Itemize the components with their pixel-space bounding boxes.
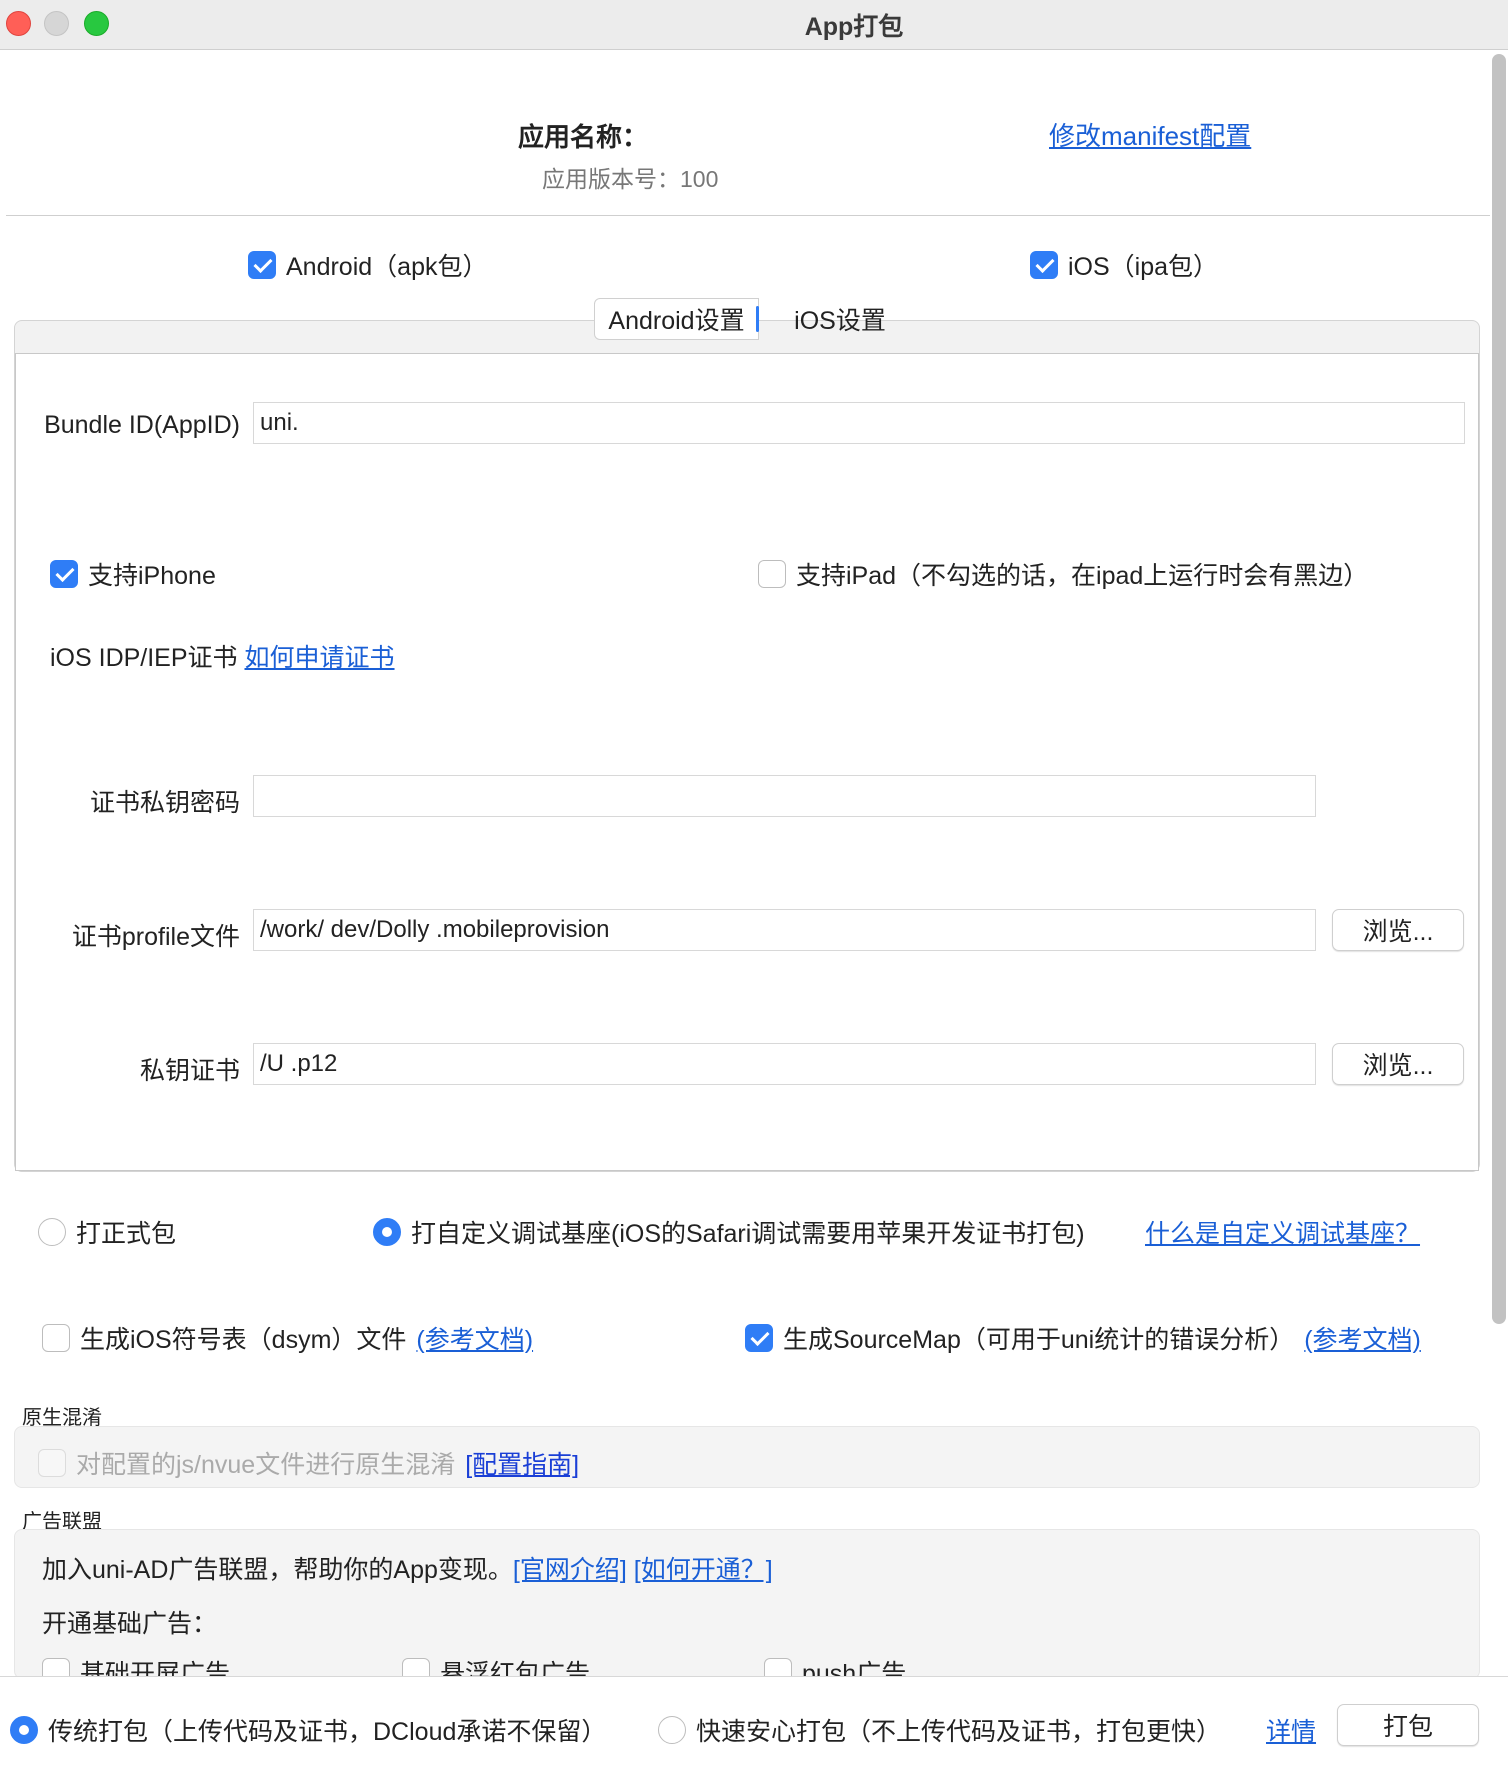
ads-how-to-open-link[interactable]: [如何开通？] [634, 1556, 773, 1584]
app-name-label: 应用名称： [518, 122, 649, 152]
fast-build-label: 快速安心打包（不上传代码及证书，打包更快） [696, 1718, 1222, 1746]
cert-password-input[interactable] [253, 775, 1316, 817]
sourcemap-docs-link[interactable]: (参考文档) [1304, 1320, 1421, 1356]
edit-manifest-link[interactable]: 修改manifest配置 [1049, 116, 1251, 153]
obfuscation-guide-link[interactable]: [配置指南] [465, 1445, 579, 1481]
tab-selection-indicator [756, 306, 759, 332]
build-button[interactable]: 打包 [1337, 1704, 1479, 1746]
support-ipad-checkbox[interactable] [758, 560, 786, 588]
support-iphone-option[interactable]: 支持iPhone [50, 556, 216, 592]
ios-checkbox[interactable] [1030, 251, 1058, 279]
obfuscation-checkbox [38, 1449, 66, 1477]
support-iphone-checkbox[interactable] [50, 560, 78, 588]
sourcemap-checkbox[interactable] [745, 1324, 773, 1352]
browse-profile-button[interactable]: 浏览... [1332, 909, 1464, 951]
ads-official-intro-link[interactable]: [官网介绍] [513, 1556, 627, 1584]
dsym-docs-link[interactable]: (参考文档) [416, 1320, 533, 1356]
android-platform-label: Android（apk包） [286, 253, 488, 281]
cert-password-label: 证书私钥密码 [89, 789, 240, 817]
tab-android-settings[interactable]: Android设置 [594, 298, 759, 340]
bundle-id-label: Bundle ID(AppID) [44, 411, 240, 439]
dsym-option[interactable]: 生成iOS符号表（dsym）文件 (参考文档) [42, 1320, 533, 1356]
ad-option-push[interactable]: push广告 [764, 1654, 906, 1678]
ad-splash-checkbox[interactable] [42, 1658, 70, 1678]
release-build-radio[interactable] [38, 1218, 66, 1246]
obfuscation-option: 对配置的js/nvue文件进行原生混淆 [配置指南] [38, 1445, 579, 1481]
ios-cert-row: iOS IDP/IEP证书 如何申请证书 [50, 638, 395, 674]
dsym-checkbox[interactable] [42, 1324, 70, 1352]
fast-build-radio[interactable] [658, 1716, 686, 1744]
ad-option-redpacket[interactable]: 悬浮红包广告 [402, 1654, 590, 1678]
ad-redpacket-checkbox[interactable] [402, 1658, 430, 1678]
dsym-label: 生成iOS符号表（dsym）文件 [80, 1326, 407, 1354]
what-is-custom-base-link[interactable]: 什么是自定义调试基座？ [1145, 1214, 1420, 1250]
sourcemap-label: 生成SourceMap（可用于uni统计的错误分析） [783, 1326, 1295, 1354]
ios-platform-label: iOS（ipa包） [1068, 253, 1219, 281]
basic-ads-title: 开通基础广告： [42, 1610, 218, 1638]
tab-ios-settings[interactable]: iOS设置 [760, 298, 920, 340]
support-ipad-option[interactable]: 支持iPad（不勾选的话，在ipad上运行时会有黑边） [758, 556, 1368, 592]
traditional-build-option[interactable]: 传统打包（上传代码及证书，DCloud承诺不保留） [10, 1712, 606, 1748]
vertical-scrollbar[interactable] [1492, 54, 1506, 1324]
ad-splash-label: 基础开屏广告 [80, 1660, 231, 1678]
android-platform-option[interactable]: Android（apk包） [248, 247, 487, 283]
app-version: 应用版本号：100 [542, 166, 719, 192]
ads-intro-row: 加入uni-AD广告联盟，帮助你的App变现。[官网介绍] [如何开通？] [42, 1550, 773, 1586]
ads-intro-text: 加入uni-AD广告联盟，帮助你的App变现。 [42, 1556, 513, 1584]
sourcemap-option[interactable]: 生成SourceMap（可用于uni统计的错误分析） (参考文档) [745, 1320, 1421, 1356]
android-checkbox[interactable] [248, 251, 276, 279]
bundle-id-input[interactable]: uni. [253, 402, 1465, 444]
window-title: App打包 [804, 13, 904, 41]
custom-base-label: 打自定义调试基座(iOS的Safari调试需要用苹果开发证书打包) [411, 1220, 1085, 1248]
traditional-build-radio[interactable] [10, 1716, 38, 1744]
private-key-input[interactable]: /U .p12 [253, 1043, 1316, 1085]
ad-push-checkbox[interactable] [764, 1658, 792, 1678]
details-link[interactable]: 详情 [1266, 1712, 1316, 1748]
profile-file-input[interactable]: /work/ dev/Dolly .mobileprovision [253, 909, 1316, 951]
header-divider [6, 215, 1490, 216]
ad-option-splash[interactable]: 基础开屏广告 [42, 1654, 230, 1678]
fast-build-option[interactable]: 快速安心打包（不上传代码及证书，打包更快） [658, 1712, 1221, 1748]
ad-push-label: push广告 [802, 1660, 907, 1678]
how-to-apply-cert-link[interactable]: 如何申请证书 [245, 644, 395, 672]
traditional-build-label: 传统打包（上传代码及证书，DCloud承诺不保留） [48, 1718, 607, 1746]
support-ipad-label: 支持iPad（不勾选的话，在ipad上运行时会有黑边） [796, 562, 1369, 590]
title-bar: App打包 [0, 0, 1508, 50]
custom-base-option[interactable]: 打自定义调试基座(iOS的Safari调试需要用苹果开发证书打包) [373, 1214, 1085, 1250]
support-iphone-label: 支持iPhone [88, 562, 216, 590]
release-build-option[interactable]: 打正式包 [38, 1214, 176, 1250]
profile-file-label: 证书profile文件 [71, 923, 240, 951]
private-key-label: 私钥证书 [139, 1057, 240, 1085]
release-build-label: 打正式包 [76, 1220, 177, 1248]
browse-private-key-button[interactable]: 浏览... [1332, 1043, 1464, 1085]
ads-options-row: 基础开屏广告 悬浮红包广告 push广告 [0, 1650, 1508, 1678]
ad-redpacket-label: 悬浮红包广告 [440, 1660, 591, 1678]
ios-cert-label: iOS IDP/IEP证书 [50, 644, 238, 672]
custom-base-radio[interactable] [373, 1218, 401, 1246]
ios-platform-option[interactable]: iOS（ipa包） [1030, 247, 1218, 283]
obfuscation-label: 对配置的js/nvue文件进行原生混淆 [76, 1451, 456, 1479]
